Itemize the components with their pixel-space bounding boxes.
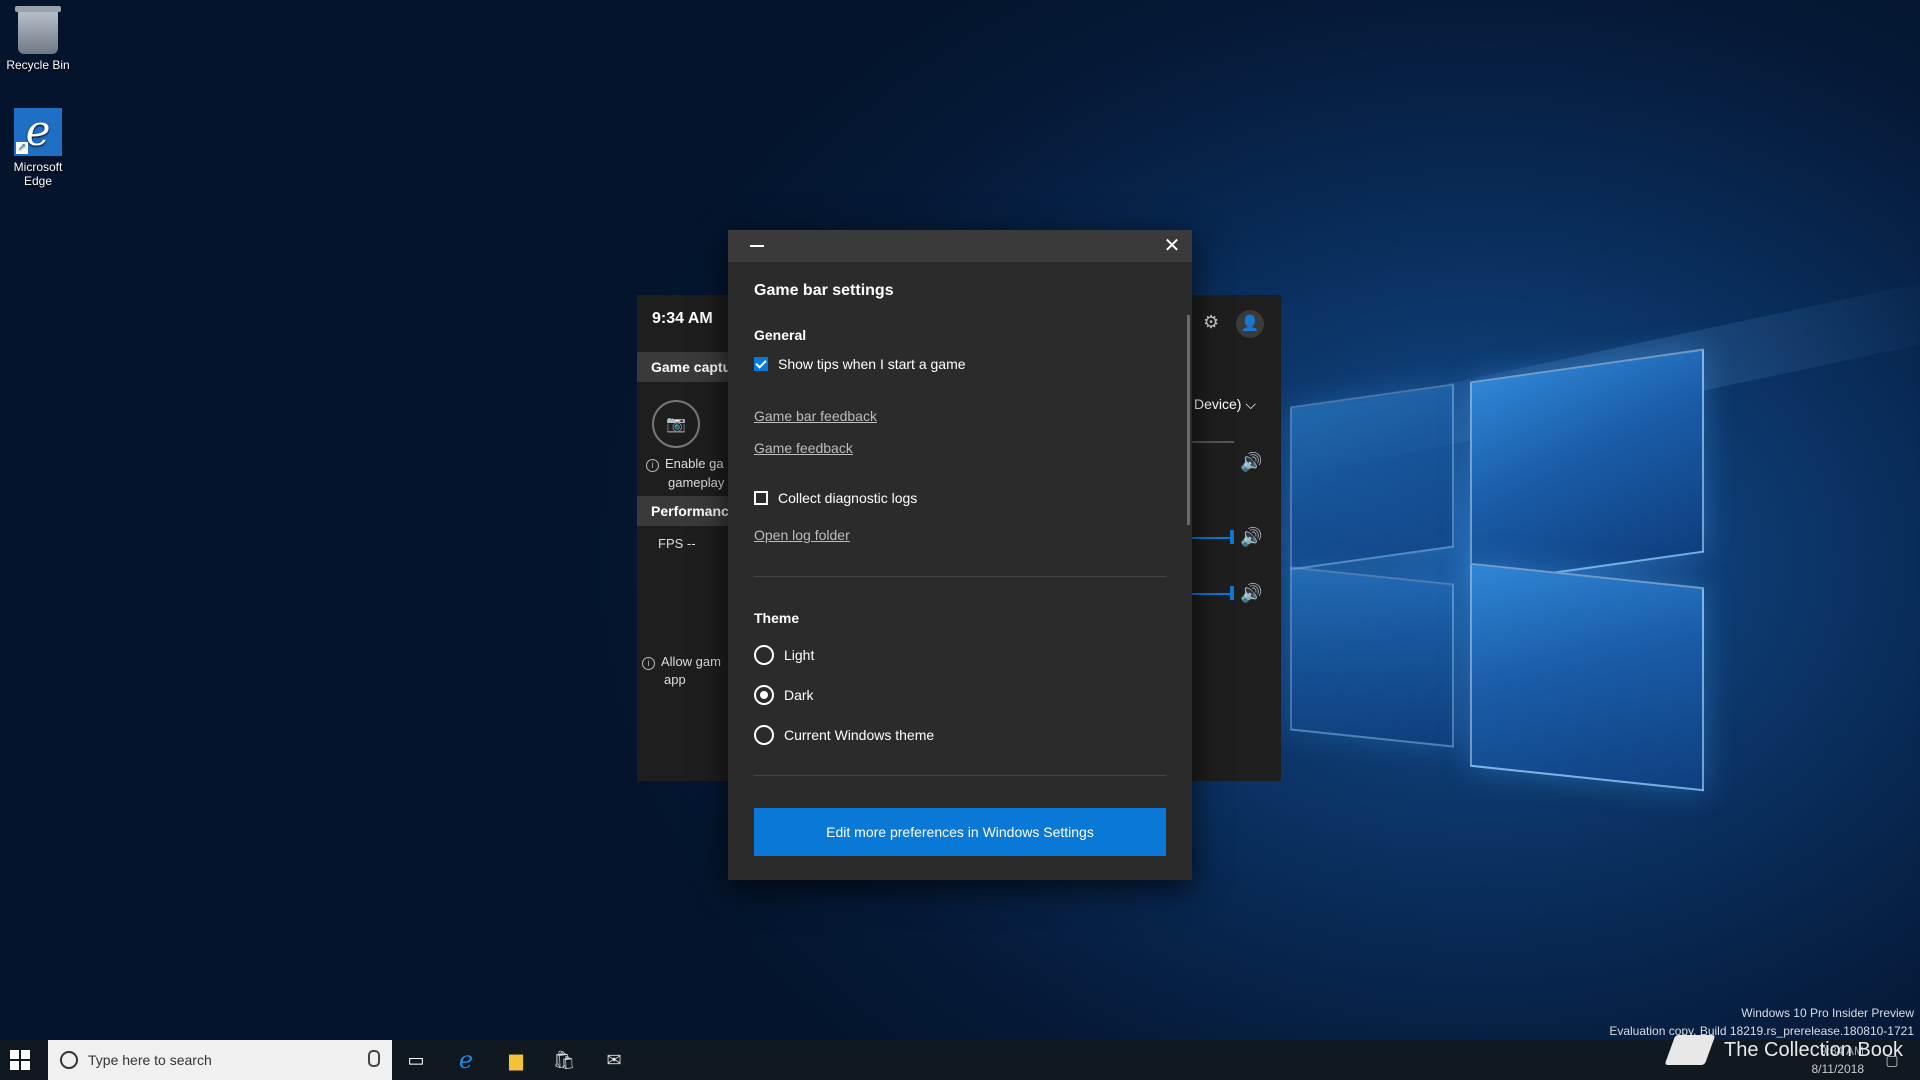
- camera-icon: 📷: [666, 416, 686, 433]
- theme-radio-dark[interactable]: [754, 685, 774, 705]
- windows-logo-pane: [1470, 562, 1704, 792]
- task-view-icon[interactable]: ▭: [392, 1040, 440, 1080]
- volume-slider[interactable]: [1192, 593, 1232, 595]
- volume-slider-track: [1192, 441, 1234, 443]
- book-icon: [1664, 1035, 1716, 1065]
- gamebar-clock: 9:34 AM: [652, 310, 713, 327]
- desktop-icon-edge[interactable]: e ↗ Microsoft Edge: [0, 108, 76, 189]
- account-icon[interactable]: 👤: [1236, 310, 1264, 338]
- dialog-scrollbar[interactable]: [1187, 315, 1190, 525]
- section-divider: [754, 576, 1166, 577]
- edge-icon: e ↗: [14, 108, 62, 156]
- shortcut-arrow-icon: ↗: [16, 142, 28, 154]
- gamebar-allow-text: i Allow gam: [642, 654, 728, 670]
- speaker-icon[interactable]: 🔊: [1240, 452, 1262, 473]
- windows-logo-pane: [1290, 383, 1454, 571]
- speaker-icon[interactable]: 🔊: [1240, 583, 1262, 604]
- show-tips-checkbox[interactable]: [754, 357, 768, 371]
- gamebar-enable-text-2: gameplay: [668, 475, 725, 490]
- windows-logo-pane: [1290, 566, 1454, 748]
- gamebar-performance-header: Performanc: [637, 496, 742, 526]
- audio-device-select[interactable]: Device) ⌵: [1194, 396, 1274, 413]
- volume-slider-thumb[interactable]: [1230, 530, 1234, 544]
- gamebar-enable-text: i Enable ga: [646, 456, 728, 472]
- game-bar-settings-dialog: ✕ Game bar settings General Show tips wh…: [728, 230, 1192, 880]
- search-placeholder: Type here to search: [88, 1052, 212, 1068]
- theme-option-label: Current Windows theme: [784, 727, 935, 743]
- store-icon[interactable]: 🛍: [540, 1040, 588, 1080]
- file-explorer-icon[interactable]: ▆: [492, 1040, 540, 1080]
- theme-radio-windows[interactable]: [754, 725, 774, 745]
- collect-logs-checkbox[interactable]: [754, 491, 768, 505]
- mail-icon[interactable]: ✉: [590, 1040, 638, 1080]
- minimize-icon[interactable]: [750, 245, 764, 247]
- collection-book-overlay: The Collection Book: [1664, 1035, 1903, 1065]
- section-divider: [754, 775, 1166, 776]
- desktop-icon-recycle-bin[interactable]: Recycle Bin: [0, 6, 76, 72]
- collect-logs-checkbox-row[interactable]: Collect diagnostic logs: [754, 490, 917, 506]
- dialog-titlebar: ✕: [728, 230, 1192, 262]
- overlay-brand-text: The Collection Book: [1724, 1038, 1903, 1061]
- gamebar-allow-text-2: app: [664, 672, 686, 687]
- theme-option-windows[interactable]: Current Windows theme: [754, 725, 934, 745]
- windows-start-icon[interactable]: [10, 1050, 30, 1070]
- info-icon: i: [646, 459, 659, 472]
- show-tips-label: Show tips when I start a game: [778, 356, 966, 372]
- game-bar-feedback-link[interactable]: Game bar feedback: [754, 408, 877, 424]
- open-log-folder-link[interactable]: Open log folder: [754, 527, 850, 543]
- gamebar-fps: FPS --: [658, 536, 696, 551]
- microphone-icon[interactable]: [368, 1050, 380, 1067]
- theme-radio-light[interactable]: [754, 645, 774, 665]
- volume-slider-thumb[interactable]: [1230, 586, 1234, 600]
- chevron-down-icon: ⌵: [1245, 396, 1256, 412]
- theme-option-label: Dark: [784, 687, 814, 703]
- edit-preferences-button[interactable]: Edit more preferences in Windows Setting…: [754, 808, 1166, 856]
- theme-option-light[interactable]: Light: [754, 645, 814, 665]
- screenshot-button[interactable]: 📷: [652, 400, 700, 448]
- desktop-icon-label: Microsoft Edge: [13, 160, 63, 188]
- recycle-bin-icon: [15, 6, 61, 54]
- theme-section-title: Theme: [754, 610, 800, 626]
- desktop-icon-label: Recycle Bin: [6, 58, 70, 72]
- game-feedback-link[interactable]: Game feedback: [754, 440, 853, 456]
- theme-option-label: Light: [784, 647, 815, 663]
- collect-logs-label: Collect diagnostic logs: [778, 490, 918, 506]
- edge-taskbar-icon[interactable]: e: [442, 1040, 490, 1080]
- gamebar-capture-header: Game captu: [637, 352, 742, 382]
- theme-option-dark[interactable]: Dark: [754, 685, 814, 705]
- settings-gear-icon[interactable]: ⚙: [1203, 312, 1219, 333]
- close-icon[interactable]: ✕: [1160, 234, 1184, 258]
- volume-slider[interactable]: [1192, 537, 1232, 539]
- taskbar: Type here to search ▭ e ▆ 🛍 ✉ 9:34 AM 8/…: [0, 1040, 1920, 1080]
- general-section-title: General: [754, 327, 807, 343]
- speaker-icon[interactable]: 🔊: [1240, 527, 1262, 548]
- info-icon: i: [642, 657, 655, 670]
- build-watermark-line1: Windows 10 Pro Insider Preview: [1741, 1006, 1914, 1020]
- cortana-icon: [60, 1051, 78, 1069]
- windows-logo-pane: [1470, 348, 1704, 586]
- dialog-title: Game bar settings: [754, 282, 894, 299]
- show-tips-checkbox-row[interactable]: Show tips when I start a game: [754, 356, 966, 372]
- taskbar-search-box[interactable]: Type here to search: [48, 1040, 392, 1080]
